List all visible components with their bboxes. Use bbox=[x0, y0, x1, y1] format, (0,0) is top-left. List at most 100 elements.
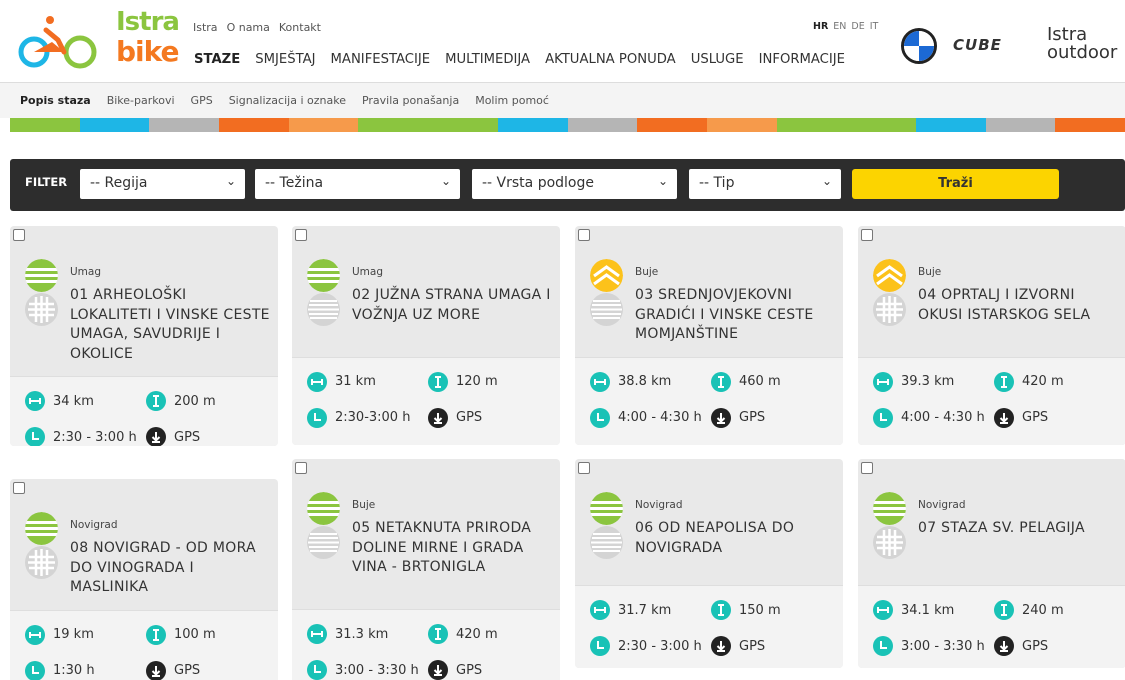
nav-manifestacije[interactable]: MANIFESTACIJE bbox=[331, 52, 431, 67]
distance-icon bbox=[873, 371, 893, 392]
trail-title[interactable]: 06 OD NEAPOLISA DO NOVIGRADA bbox=[635, 519, 835, 558]
trail-stats: 19 km 100 m 1:30 h GPS bbox=[10, 609, 278, 680]
trail-select-checkbox[interactable] bbox=[578, 229, 590, 241]
topnav-istra[interactable]: Istra bbox=[193, 21, 218, 34]
trail-card[interactable]: Novigrad 07 STAZA SV. PELAGIJA 34.1 km 240 … bbox=[858, 459, 1125, 668]
nav-informacije[interactable]: INFORMACIJE bbox=[759, 52, 845, 67]
elevation-value: 100 m bbox=[174, 627, 216, 642]
trail-select-checkbox[interactable] bbox=[578, 462, 590, 474]
nav-usluge[interactable]: USLUGE bbox=[691, 52, 744, 67]
trail-title[interactable]: 08 NOVIGRAD - OD MORA DO VINOGRADA I MAS… bbox=[70, 539, 270, 598]
trail-select-checkbox[interactable] bbox=[861, 462, 873, 474]
istra-outdoor-logo[interactable]: Istra outdoor bbox=[1047, 26, 1117, 62]
stripe-segment bbox=[219, 118, 289, 132]
distance-icon bbox=[590, 371, 610, 392]
gps-download[interactable]: GPS bbox=[428, 407, 483, 428]
difficulty-green-icon bbox=[873, 492, 906, 525]
lang-en[interactable]: EN bbox=[833, 21, 846, 32]
distance-stat: 38.8 km bbox=[590, 371, 671, 392]
tezina-select[interactable]: -- Težina ⌄ bbox=[255, 169, 460, 199]
trail-card[interactable]: Umag 01 ARHEOLOŠKI LOKALITETI I VINSKE CE… bbox=[10, 226, 278, 446]
podloga-select[interactable]: -- Vrsta podloge ⌄ bbox=[472, 169, 677, 199]
difficulty-yellow-icon bbox=[590, 259, 623, 292]
gps-label: GPS bbox=[739, 410, 766, 425]
gps-download[interactable]: GPS bbox=[146, 427, 200, 446]
elevation-stat: 100 m bbox=[146, 624, 216, 645]
elevation-value: 460 m bbox=[739, 374, 781, 389]
difficulty-yellow-icon bbox=[873, 259, 906, 292]
trail-card[interactable]: Buje 03 SREDNJOVJEKOVNI GRADIĆI I VINSKE … bbox=[575, 226, 843, 445]
stripe-segment bbox=[149, 118, 220, 132]
lang-hr[interactable]: HR bbox=[813, 21, 828, 32]
trail-title[interactable]: 03 SREDNJOVJEKOVNI GRADIĆI I VINSKE CEST… bbox=[635, 286, 835, 345]
trail-card[interactable]: Buje 04 OPRTALJ I IZVORNI OKUSI ISTARSKOG… bbox=[858, 226, 1125, 445]
bmw-logo[interactable] bbox=[901, 28, 937, 64]
elevation-icon bbox=[711, 600, 731, 620]
subnav-pravila[interactable]: Pravila ponašanja bbox=[362, 94, 459, 107]
gps-label: GPS bbox=[174, 663, 201, 678]
search-button[interactable]: Traži bbox=[852, 169, 1059, 199]
subnav-molim-pomoc[interactable]: Molim pomoć bbox=[475, 94, 549, 107]
surface-grid-icon bbox=[873, 526, 906, 559]
trail-card[interactable]: Umag 02 JUŽNA STRANA UMAGA I VOŽNJA UZ MO… bbox=[292, 226, 560, 445]
trail-title[interactable]: 05 NETAKNUTA PRIRODA DOLINE MIRNE I GRAD… bbox=[352, 519, 552, 578]
elevation-value: 150 m bbox=[739, 602, 781, 618]
trail-title[interactable]: 02 JUŽNA STRANA UMAGA I VOŽNJA UZ MORE bbox=[352, 286, 552, 325]
difficulty-green-icon bbox=[25, 259, 58, 292]
trail-title[interactable]: 07 STAZA SV. PELAGIJA bbox=[918, 519, 1118, 539]
nav-staze[interactable]: STAZE bbox=[194, 52, 240, 67]
time-stat: 4:00 - 4:30 h bbox=[873, 407, 985, 428]
trail-select-checkbox[interactable] bbox=[295, 229, 307, 241]
trail-title[interactable]: 01 ARHEOLOŠKI LOKALITETI I VINSKE CESTE … bbox=[70, 286, 270, 364]
gps-download[interactable]: GPS bbox=[994, 636, 1048, 656]
lang-it[interactable]: IT bbox=[870, 21, 879, 32]
gps-label: GPS bbox=[456, 410, 483, 425]
gps-download[interactable]: GPS bbox=[428, 660, 482, 680]
stripe-segment bbox=[79, 118, 150, 132]
tip-select[interactable]: -- Tip ⌄ bbox=[689, 169, 841, 199]
trail-select-checkbox[interactable] bbox=[13, 482, 25, 494]
distance-stat: 19 km bbox=[25, 624, 94, 645]
chevron-down-icon: ⌄ bbox=[657, 174, 668, 188]
time-stat: 2:30-3:00 h bbox=[307, 407, 410, 428]
trail-card[interactable]: Novigrad 08 NOVIGRAD - OD MORA DO VINOGRA… bbox=[10, 479, 278, 680]
download-icon bbox=[146, 427, 166, 446]
distance-icon bbox=[25, 391, 45, 411]
gps-download[interactable]: GPS bbox=[711, 636, 765, 656]
nav-aktualna-ponuda[interactable]: AKTUALNA PONUDA bbox=[545, 52, 676, 67]
trail-title[interactable]: 04 OPRTALJ I IZVORNI OKUSI ISTARSKOG SEL… bbox=[918, 286, 1118, 325]
topnav-kontakt[interactable]: Kontakt bbox=[279, 21, 321, 34]
lang-de[interactable]: DE bbox=[851, 21, 864, 32]
trail-card[interactable]: Novigrad 06 OD NEAPOLISA DO NOVIGRADA 31.7… bbox=[575, 459, 843, 668]
elevation-value: 420 m bbox=[1022, 374, 1064, 389]
language-switcher: HR EN DE IT bbox=[813, 21, 878, 32]
trail-region: Novigrad bbox=[918, 499, 966, 511]
trail-select-checkbox[interactable] bbox=[295, 462, 307, 474]
chevron-down-icon: ⌄ bbox=[225, 174, 236, 188]
regija-select[interactable]: -- Regija ⌄ bbox=[80, 169, 245, 199]
gps-download[interactable]: GPS bbox=[994, 407, 1048, 428]
surface-grid-icon bbox=[25, 546, 58, 579]
time-value: 4:00 - 4:30 h bbox=[901, 410, 985, 425]
trail-select-checkbox[interactable] bbox=[13, 229, 25, 241]
nav-smjestaj[interactable]: SMJEŠTAJ bbox=[255, 52, 315, 67]
elevation-icon bbox=[428, 624, 448, 644]
topnav-o-nama[interactable]: O nama bbox=[227, 21, 270, 34]
subnav-signalizacija[interactable]: Signalizacija i oznake bbox=[229, 94, 346, 107]
subnav-bike-parkovi[interactable]: Bike-parkovi bbox=[107, 94, 175, 107]
distance-value: 34 km bbox=[53, 393, 94, 409]
logo-istra-text: Istra bbox=[116, 7, 180, 37]
gps-download[interactable]: GPS bbox=[146, 660, 201, 680]
cube-logo[interactable]: CUBE bbox=[953, 36, 1002, 54]
subnav-gps[interactable]: GPS bbox=[191, 94, 213, 107]
nav-multimedija[interactable]: MULTIMEDIJA bbox=[445, 52, 530, 67]
stripe-segment bbox=[915, 118, 986, 132]
subnav-popis-staza[interactable]: Popis staza bbox=[20, 94, 91, 107]
sub-nav: Popis staza Bike-parkovi GPS Signalizaci… bbox=[0, 82, 1125, 118]
surface-lines-icon bbox=[590, 293, 623, 326]
trail-select-checkbox[interactable] bbox=[861, 229, 873, 241]
clock-icon bbox=[307, 660, 327, 680]
gps-download[interactable]: GPS bbox=[711, 407, 766, 428]
trail-stats: 31.7 km 150 m 2:30 - 3:00 h GPS bbox=[575, 585, 843, 668]
trail-card[interactable]: Buje 05 NETAKNUTA PRIRODA DOLINE MIRNE I … bbox=[292, 459, 560, 680]
